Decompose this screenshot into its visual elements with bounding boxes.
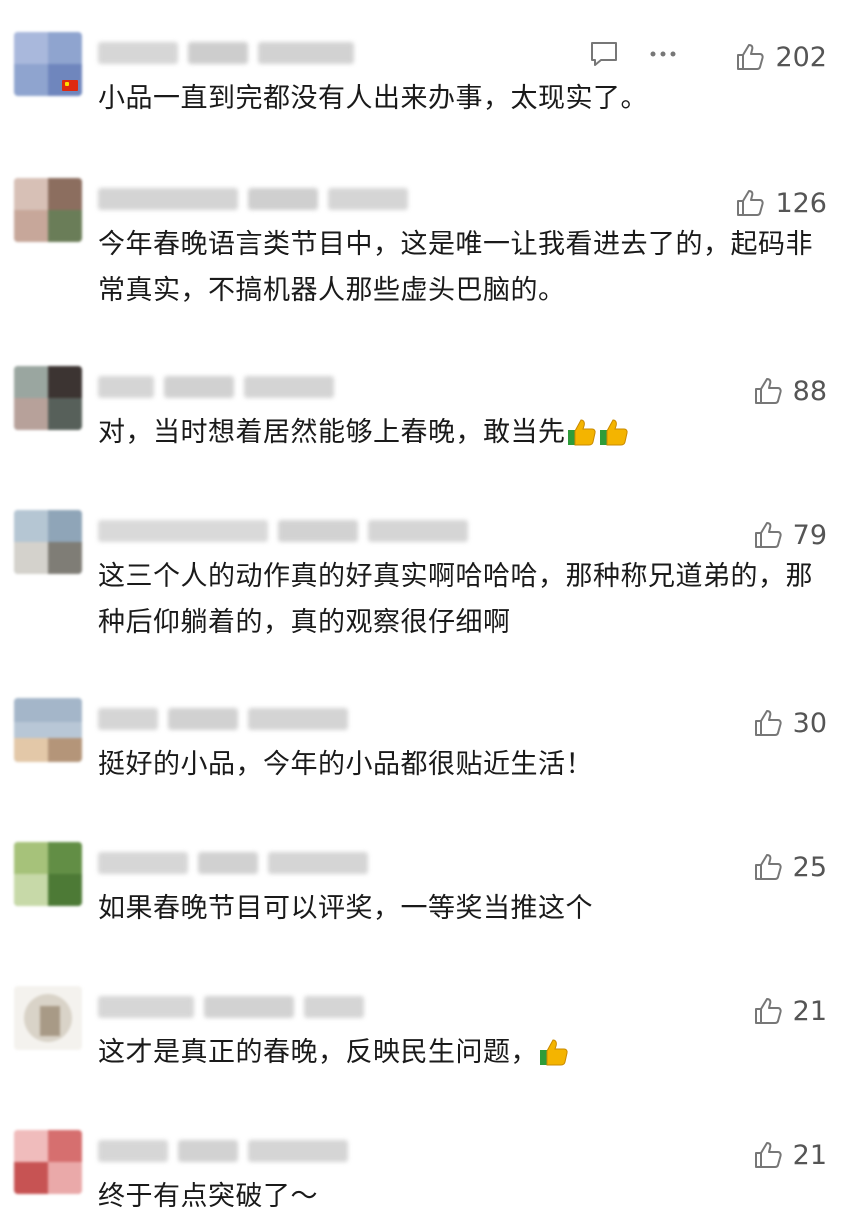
like-button[interactable]: 21	[753, 994, 827, 1028]
comment-text: 终于有点突破了～	[98, 1181, 318, 1212]
thumbs-up-icon	[754, 522, 782, 548]
like-count: 21	[792, 1139, 827, 1171]
avatar[interactable]	[14, 178, 82, 242]
thumbs-up-icon	[754, 710, 782, 736]
avatar[interactable]	[14, 366, 82, 430]
like-button[interactable]: 126	[735, 186, 827, 220]
comment-text: 对，当时想着居然能够上春晚，敢当先	[98, 410, 828, 456]
avatar[interactable]	[14, 842, 82, 906]
thumbs-up-icon	[754, 998, 782, 1024]
like-button[interactable]: 202	[735, 40, 827, 74]
comment-text: 这三个人的动作真的好真实啊哈哈哈，那种称兄道弟的，那种后仰躺着的，真的观察很仔细…	[98, 561, 813, 638]
avatar[interactable]	[14, 698, 82, 762]
username-blurred[interactable]	[98, 852, 368, 880]
comment-text: 挺好的小品，今年的小品都很贴近生活！	[98, 749, 593, 780]
avatar[interactable]	[14, 510, 82, 574]
comment-text: 这才是真正的春晚，反映民生问题，	[98, 1030, 828, 1076]
like-button[interactable]: 21	[753, 1138, 827, 1172]
thumbs-up-emoji-icon	[599, 419, 628, 446]
thumbs-up-icon	[754, 854, 782, 880]
like-count: 126	[775, 187, 827, 219]
username-blurred[interactable]	[98, 996, 364, 1024]
like-button[interactable]: 30	[753, 706, 827, 740]
like-count: 25	[792, 851, 827, 883]
avatar[interactable]	[14, 1130, 82, 1194]
like-count: 21	[792, 995, 827, 1027]
like-count: 88	[792, 375, 827, 407]
username-blurred[interactable]	[98, 376, 334, 404]
thumbs-up-icon	[737, 44, 765, 70]
comment-text: 如果春晚节目可以评奖，一等奖当推这个	[98, 893, 593, 924]
thumbs-up-icon	[754, 1142, 782, 1168]
thumbs-up-icon	[754, 378, 782, 404]
thumbs-up-icon	[737, 190, 765, 216]
more-dots-icon[interactable]	[648, 38, 678, 70]
comment-bubble-icon[interactable]	[588, 38, 620, 70]
thumbs-up-emoji-icon	[540, 1039, 568, 1066]
flag-badge-icon	[62, 80, 78, 91]
username-blurred[interactable]	[98, 188, 408, 216]
like-button[interactable]: 79	[753, 518, 827, 552]
username-blurred[interactable]	[98, 42, 354, 70]
comment-text: 今年春晚语言类节目中，这是唯一让我看进去了的，起码非常真实，不搞机器人那些虚头巴…	[98, 229, 813, 306]
comment-text: 小品一直到完都没有人出来办事，太现实了。	[98, 83, 648, 114]
username-blurred[interactable]	[98, 520, 468, 548]
like-count: 30	[792, 707, 827, 739]
like-button[interactable]: 25	[753, 850, 827, 884]
avatar[interactable]	[14, 986, 82, 1050]
thumbs-up-emoji-icon	[567, 419, 596, 446]
username-blurred[interactable]	[98, 1140, 348, 1168]
like-count: 202	[775, 41, 827, 73]
like-button[interactable]: 88	[753, 374, 827, 408]
like-count: 79	[792, 519, 827, 551]
username-blurred[interactable]	[98, 708, 348, 736]
